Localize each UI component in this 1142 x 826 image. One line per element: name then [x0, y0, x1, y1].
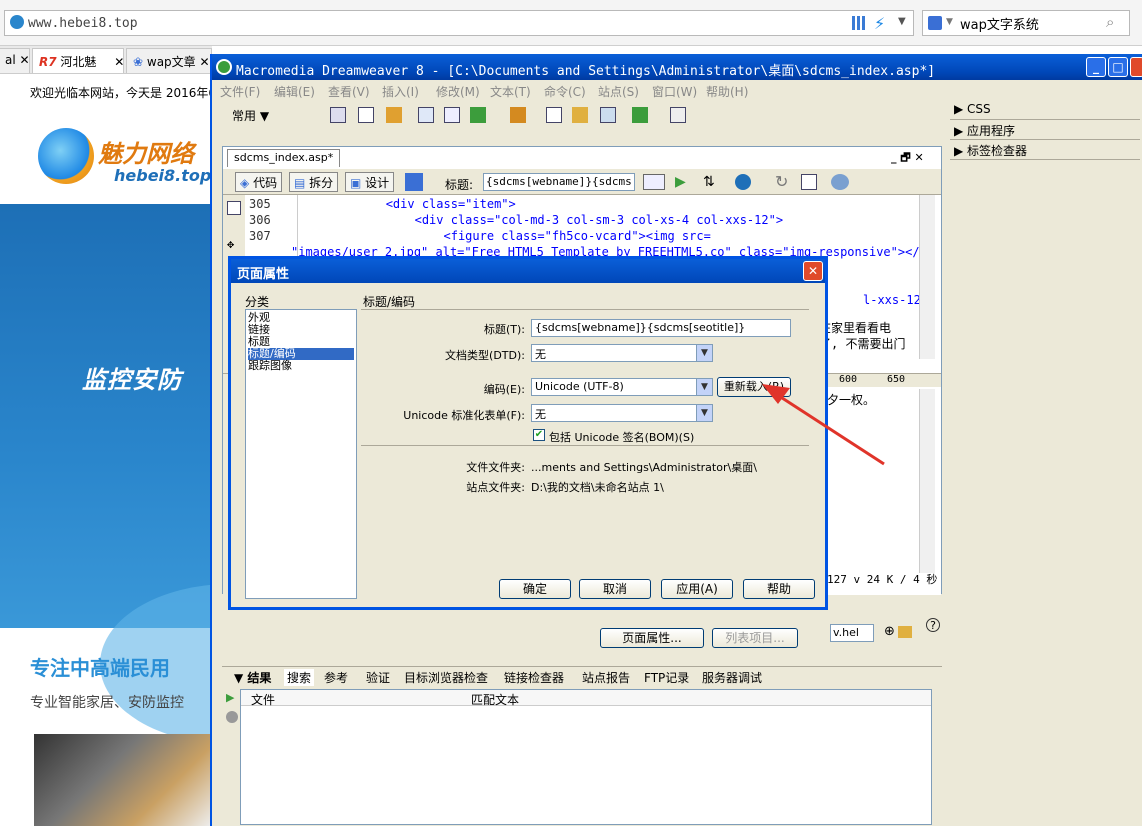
annotation-arrow: [762, 384, 885, 466]
